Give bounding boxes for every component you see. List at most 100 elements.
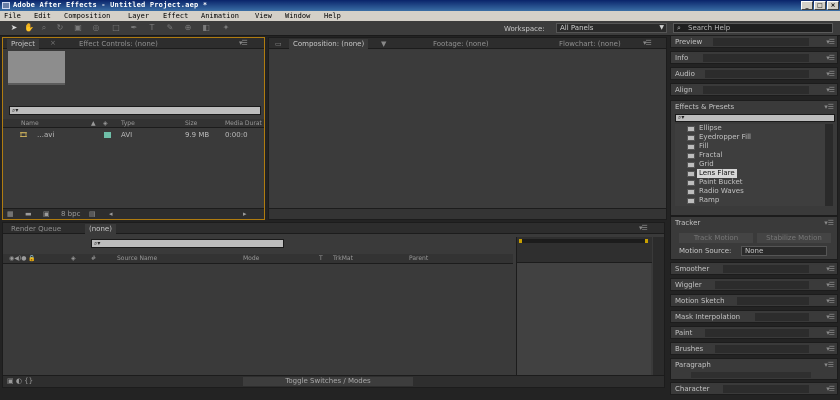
menu-composition[interactable]: Composition [64, 12, 110, 20]
selection-tool-icon[interactable]: ➤ [10, 24, 18, 32]
layer-number-col[interactable]: # [91, 255, 96, 262]
time-ruler[interactable] [517, 237, 652, 263]
brushes-panel[interactable]: Brushes ▾☰ [670, 342, 838, 355]
menu-file[interactable]: File [4, 12, 21, 20]
tab-project[interactable]: Project [7, 39, 39, 49]
close-button[interactable]: × [827, 1, 839, 10]
pan-behind-tool-icon[interactable]: ◎ [92, 24, 100, 32]
timeline-scrollbar[interactable] [653, 237, 664, 375]
project-search-input[interactable]: ⌕▾ [9, 106, 261, 115]
text-tool-icon[interactable]: T [148, 24, 156, 32]
panel-menu-icon[interactable]: ▾☰ [826, 281, 835, 289]
tab-render-queue[interactable]: Render Queue [7, 224, 65, 234]
effect-radio-waves[interactable]: Radio Waves [687, 187, 744, 196]
motion-sketch-panel[interactable]: Motion Sketch ▾☰ [670, 294, 838, 307]
effect-fractal[interactable]: Fractal [687, 151, 723, 160]
info-panel[interactable]: Info ▾☰ [670, 51, 838, 64]
expand-switches-icon[interactable]: ▣ ◐ {} [7, 377, 33, 385]
effects-presets-title[interactable]: Effects & Presets [675, 103, 734, 111]
menu-window[interactable]: Window [285, 12, 310, 20]
panel-menu-icon[interactable]: ▾☰ [239, 39, 248, 47]
col-name[interactable]: Name [21, 120, 39, 127]
menu-edit[interactable]: Edit [34, 12, 51, 20]
new-comp-icon[interactable]: ▣ [43, 210, 50, 218]
menu-animation[interactable]: Animation [201, 12, 239, 20]
panel-menu-icon[interactable]: ▾☰ [826, 385, 835, 393]
tab-footage[interactable]: Footage: (none) [429, 39, 493, 49]
label-swatch[interactable] [104, 132, 111, 138]
col-type[interactable]: Type [121, 120, 135, 127]
label-col-icon[interactable]: ◈ [71, 255, 76, 262]
effects-search-input[interactable]: ⌕▾ [675, 114, 835, 122]
maximize-button[interactable]: □ [814, 1, 826, 10]
panel-menu-icon[interactable]: ▾☰ [643, 39, 652, 47]
panel-menu-icon[interactable]: ▾☰ [826, 297, 835, 305]
timeline-search-input[interactable]: ⌕▾ [91, 239, 284, 248]
effect-lens-flare[interactable]: Lens Flare [687, 169, 737, 178]
scroll-left-icon[interactable]: ◂ [109, 210, 113, 218]
rotate-tool-icon[interactable]: ↻ [56, 24, 64, 32]
new-folder-icon[interactable]: ▬ [25, 210, 32, 218]
smoother-panel[interactable]: Smoother ▾☰ [670, 262, 838, 275]
panel-menu-icon[interactable]: ▾☰ [824, 103, 834, 111]
effect-grid[interactable]: Grid [687, 160, 714, 169]
panel-menu-icon[interactable]: ▾☰ [826, 265, 835, 273]
composition-canvas[interactable] [269, 50, 666, 208]
effects-scrollbar[interactable] [825, 124, 833, 206]
hand-tool-icon[interactable]: ✋ [24, 24, 34, 32]
panel-menu-icon[interactable]: ▾☰ [826, 86, 835, 94]
tracker-title[interactable]: Tracker [675, 219, 700, 227]
panel-menu-icon[interactable]: ▾☰ [826, 345, 835, 353]
preview-panel[interactable]: Preview ▾☰ [670, 35, 838, 48]
clone-tool-icon[interactable]: ⊕ [184, 24, 192, 32]
camera-tool-icon[interactable]: ▣ [74, 24, 82, 32]
tab-flowchart[interactable]: Flowchart: (none) [555, 39, 625, 49]
time-graph[interactable] [516, 237, 652, 375]
panel-menu-icon[interactable]: ▾☰ [826, 70, 835, 78]
align-panel[interactable]: Align ▾☰ [670, 83, 838, 96]
panel-menu-icon[interactable]: ▾☰ [826, 38, 835, 46]
motion-source-select[interactable]: None [741, 246, 827, 256]
tab-timeline-comp[interactable]: (none) [85, 224, 116, 234]
col-size[interactable]: Size [185, 120, 197, 127]
effect-eyedropper-fill[interactable]: Eyedropper Fill [687, 133, 751, 142]
effect-fill[interactable]: Fill [687, 142, 708, 151]
paint-panel[interactable]: Paint ▾☰ [670, 326, 838, 339]
mask-interpolation-panel[interactable]: Mask Interpolation ▾☰ [670, 310, 838, 323]
puppet-tool-icon[interactable]: ✦ [222, 24, 230, 32]
panel-menu-icon[interactable]: ▾☰ [826, 329, 835, 337]
character-panel[interactable]: Character ▾☰ [670, 382, 838, 395]
eraser-tool-icon[interactable]: ◧ [202, 24, 210, 32]
menu-effect[interactable]: Effect [163, 12, 188, 20]
col-parent[interactable]: Parent [409, 255, 428, 262]
track-motion-button[interactable]: Track Motion [679, 233, 753, 243]
composition-dropdown-icon[interactable]: ▼ [377, 39, 390, 49]
paragraph-align-buttons[interactable] [691, 372, 811, 378]
lock-icon[interactable]: ▭ [271, 39, 286, 49]
pen-tool-icon[interactable]: ✒ [130, 24, 138, 32]
col-trkmat[interactable]: TrkMat [333, 255, 353, 262]
panel-menu-icon[interactable]: ▾☰ [824, 219, 834, 227]
effect-ellipse[interactable]: Ellipse [687, 124, 722, 133]
zoom-tool-icon[interactable]: ⌕ [40, 24, 48, 32]
menu-view[interactable]: View [255, 12, 272, 20]
audio-panel[interactable]: Audio ▾☰ [670, 67, 838, 80]
workspace-select[interactable]: All Panels ▼ [556, 23, 667, 33]
tab-composition[interactable]: Composition: (none) [289, 39, 369, 49]
paragraph-title[interactable]: Paragraph [675, 361, 711, 369]
panel-menu-icon[interactable]: ▾☰ [824, 361, 834, 369]
col-source-name[interactable]: Source Name [117, 255, 157, 262]
effect-paint-bucket[interactable]: Paint Bucket [687, 178, 743, 187]
brush-tool-icon[interactable]: ✎ [166, 24, 174, 32]
search-help-input[interactable]: ⌕ Search Help [673, 23, 833, 33]
trash-icon[interactable]: ▤ [89, 210, 96, 218]
col-t[interactable]: T [319, 255, 323, 262]
bpc-toggle[interactable]: 8 bpc [61, 210, 80, 218]
menu-help[interactable]: Help [324, 12, 341, 20]
rectangle-tool-icon[interactable]: □ [112, 24, 120, 32]
minimize-button[interactable]: _ [801, 1, 813, 10]
wiggler-panel[interactable]: Wiggler ▾☰ [670, 278, 838, 291]
stabilize-motion-button[interactable]: Stabilize Motion [757, 233, 831, 243]
label-col-icon[interactable]: ◈ [103, 120, 108, 127]
effect-ramp[interactable]: Ramp [687, 196, 719, 205]
